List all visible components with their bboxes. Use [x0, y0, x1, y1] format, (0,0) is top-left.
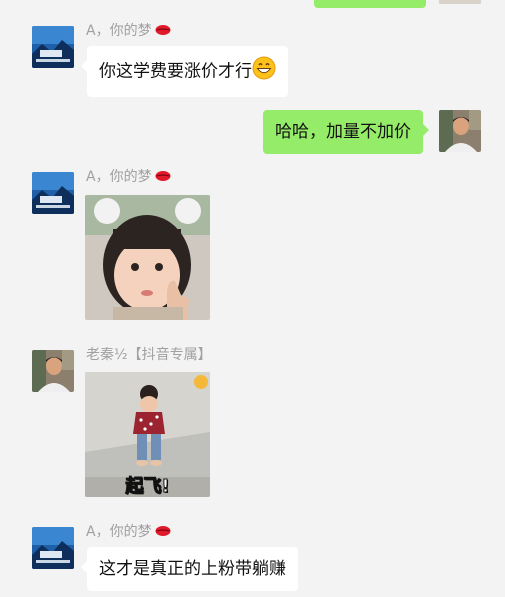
lips-icon: [155, 525, 171, 537]
lips-icon: [155, 170, 171, 182]
child-thumbs-up-sticker[interactable]: [85, 195, 210, 320]
message-text: 哈哈，加量不加价: [275, 122, 411, 142]
sender-avatar[interactable]: [32, 527, 74, 569]
sender-avatar[interactable]: [32, 172, 74, 214]
sender-name: 老秦½【抖音专属】: [86, 347, 212, 363]
message-bubble[interactable]: 这才是真正的上粉带躺赚: [81, 547, 298, 591]
self-avatar[interactable]: [439, 110, 481, 152]
lips-icon: [155, 24, 171, 36]
self-avatar-partial[interactable]: [439, 0, 481, 4]
sender-name: A，你的梦: [86, 169, 152, 185]
sender-avatar[interactable]: [32, 350, 74, 392]
outgoing-message-bubble[interactable]: 哈哈，加量不加价: [263, 110, 429, 154]
grinning-face-icon: [252, 56, 276, 87]
sticker-caption: 起飞!: [125, 476, 170, 498]
sender-name: A，你的梦: [86, 524, 152, 540]
bubble-tail: [81, 561, 87, 573]
sender-name: A，你的梦: [86, 23, 152, 39]
sender-name-row: A，你的梦: [86, 20, 171, 40]
sender-avatar[interactable]: [32, 26, 74, 68]
partial-outgoing-bubble[interactable]: [314, 0, 426, 8]
message-bubble[interactable]: 你这学费要涨价才行: [81, 46, 288, 97]
toddler-walking-sticker[interactable]: 起飞!: [85, 372, 210, 497]
message-text: 你这学费要涨价才行: [99, 61, 252, 82]
bubble-tail: [423, 124, 429, 136]
bubble-tail: [81, 60, 87, 72]
message-text: 这才是真正的上粉带躺赚: [99, 559, 286, 579]
sender-name-row: A，你的梦: [86, 521, 171, 541]
sender-name-row: A，你的梦: [86, 166, 171, 186]
